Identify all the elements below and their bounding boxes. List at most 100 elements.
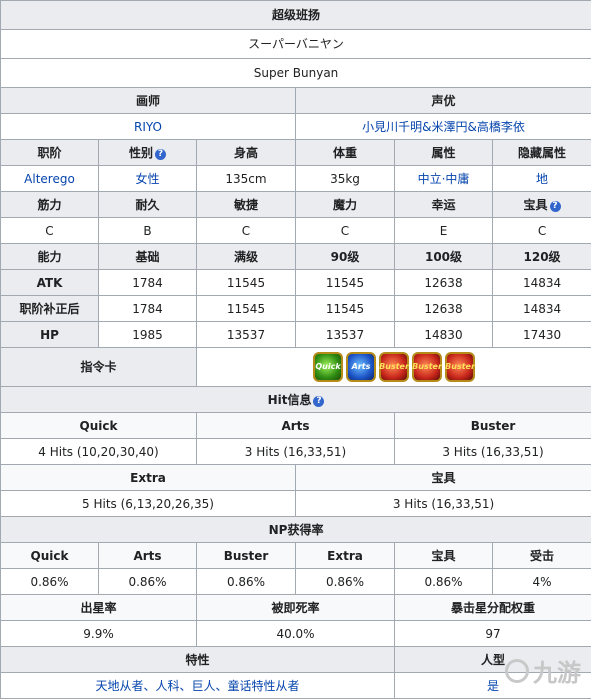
class-atk-label: 职阶补正后 — [1, 296, 99, 322]
magic-header: 魔力 — [296, 192, 395, 218]
weight-header: 体重 — [296, 140, 395, 166]
hit-extra-value: 5 Hits (6,13,20,26,35) — [1, 491, 296, 517]
hit-extra-header: Extra — [1, 465, 296, 491]
death-rate-header: 被即死率 — [197, 595, 395, 621]
class-atk-base: 1784 — [99, 296, 197, 322]
np-header-label: 宝具 — [524, 198, 548, 212]
np-header: 宝具? — [493, 192, 591, 218]
hit-buster-header: Buster — [395, 413, 591, 439]
class-atk-lv100: 12638 — [395, 296, 493, 322]
max-level-header: 满级 — [197, 244, 296, 270]
atk-lv90: 11545 — [296, 270, 395, 296]
star-weight-value: 97 — [395, 621, 591, 647]
hit-quick-header: Quick — [1, 413, 197, 439]
luck-header: 幸运 — [395, 192, 493, 218]
class-atk-row: 职阶补正后 1784 11545 11545 12638 14834 — [1, 296, 591, 322]
atk-label: ATK — [1, 270, 99, 296]
hidden-attribute-link[interactable]: 地 — [536, 172, 548, 186]
watermark-logo-icon — [505, 659, 529, 683]
hp-lv120: 17430 — [493, 322, 591, 348]
quick-card-icon: Quick — [313, 352, 343, 382]
death-rate-value: 40.0% — [197, 621, 395, 647]
gender-header-label: 性别 — [129, 146, 153, 160]
endurance-value: B — [99, 218, 197, 244]
servant-info-table: 超级班扬 スーパーバニヤン Super Bunyan 画师 声优 RIYO 小見… — [0, 0, 591, 699]
attribute-link[interactable]: 中立·中庸 — [418, 172, 470, 186]
np-rank-value: C — [493, 218, 591, 244]
weight-value: 35kg — [296, 166, 395, 192]
gender-link[interactable]: 女性 — [135, 172, 159, 186]
agility-header: 敏捷 — [197, 192, 296, 218]
hidden-attribute-header: 隐藏属性 — [493, 140, 591, 166]
illustrator-header: 画师 — [1, 88, 296, 114]
arts-card-icon: Arts — [346, 352, 376, 382]
star-weight-header: 暴击星分配权重 — [395, 595, 591, 621]
gender-header: 性别? — [99, 140, 197, 166]
command-cards: Quick Arts Buster Buster Buster — [197, 352, 591, 382]
command-cards-header: 指令卡 — [1, 348, 197, 387]
np-gain-arts-header: Arts — [99, 543, 197, 569]
atk-row: ATK 1784 11545 11545 12638 14834 — [1, 270, 591, 296]
traits-header: 特性 — [1, 647, 395, 673]
atk-base: 1784 — [99, 270, 197, 296]
endurance-header: 耐久 — [99, 192, 197, 218]
star-rate-value: 9.9% — [1, 621, 197, 647]
help-icon[interactable]: ? — [155, 149, 166, 160]
lv90-header: 90级 — [296, 244, 395, 270]
hit-np-value: 3 Hits (16,33,51) — [296, 491, 591, 517]
np-gain-defense-value: 4% — [493, 569, 591, 595]
hit-arts-value: 3 Hits (16,33,51) — [197, 439, 395, 465]
np-gain-extra-value: 0.86% — [296, 569, 395, 595]
hp-max: 13537 — [197, 322, 296, 348]
height-header: 身高 — [197, 140, 296, 166]
class-header: 职阶 — [1, 140, 99, 166]
help-icon[interactable]: ? — [550, 201, 561, 212]
base-header: 基础 — [99, 244, 197, 270]
np-gain-buster-header: Buster — [197, 543, 296, 569]
star-rate-header: 出星率 — [1, 595, 197, 621]
voice-header: 声优 — [296, 88, 591, 114]
magic-value: C — [296, 218, 395, 244]
help-icon[interactable]: ? — [313, 396, 324, 407]
hit-info-header: Hit信息? — [1, 387, 591, 413]
np-gain-arts-value: 0.86% — [99, 569, 197, 595]
hp-lv100: 14830 — [395, 322, 493, 348]
agility-value: C — [197, 218, 296, 244]
buster-card-icon: Buster — [379, 352, 409, 382]
np-gain-extra-header: Extra — [296, 543, 395, 569]
hit-buster-value: 3 Hits (16,33,51) — [395, 439, 591, 465]
humanoid-value[interactable]: 是 — [487, 679, 499, 693]
np-gain-np-header: 宝具 — [395, 543, 493, 569]
np-gain-header: NP获得率 — [1, 517, 591, 543]
class-atk-lv90: 11545 — [296, 296, 395, 322]
np-gain-quick-value: 0.86% — [1, 569, 99, 595]
hit-np-header: 宝具 — [296, 465, 591, 491]
hp-lv90: 13537 — [296, 322, 395, 348]
servant-jp-name: スーパーバニヤン — [1, 30, 591, 59]
height-value: 135cm — [197, 166, 296, 192]
class-link[interactable]: Alterego — [24, 172, 75, 186]
np-gain-quick-header: Quick — [1, 543, 99, 569]
atk-max: 11545 — [197, 270, 296, 296]
servant-en-name: Super Bunyan — [1, 59, 591, 88]
lv120-header: 120级 — [493, 244, 591, 270]
hp-base: 1985 — [99, 322, 197, 348]
watermark-text: 九游 — [533, 653, 581, 688]
traits-links[interactable]: 天地从者、人科、巨人、童话特性从者 — [95, 679, 299, 693]
buster-card-icon: Buster — [445, 352, 475, 382]
hit-quick-value: 4 Hits (10,20,30,40) — [1, 439, 197, 465]
hit-arts-header: Arts — [197, 413, 395, 439]
np-gain-np-value: 0.86% — [395, 569, 493, 595]
servant-title: 超级班扬 — [1, 1, 591, 30]
lv100-header: 100级 — [395, 244, 493, 270]
hit-info-label: Hit信息 — [268, 393, 312, 407]
class-atk-max: 11545 — [197, 296, 296, 322]
illustrator-link[interactable]: RIYO — [134, 120, 162, 134]
strength-header: 筋力 — [1, 192, 99, 218]
voice-actor-link[interactable]: 小見川千明&米澤円&高橋李依 — [362, 120, 525, 134]
attribute-header: 属性 — [395, 140, 493, 166]
np-gain-buster-value: 0.86% — [197, 569, 296, 595]
class-atk-lv120: 14834 — [493, 296, 591, 322]
buster-card-icon: Buster — [412, 352, 442, 382]
servant-profile: 超级班扬 スーパーバニヤン Super Bunyan 画师 声优 RIYO 小見… — [0, 0, 591, 691]
